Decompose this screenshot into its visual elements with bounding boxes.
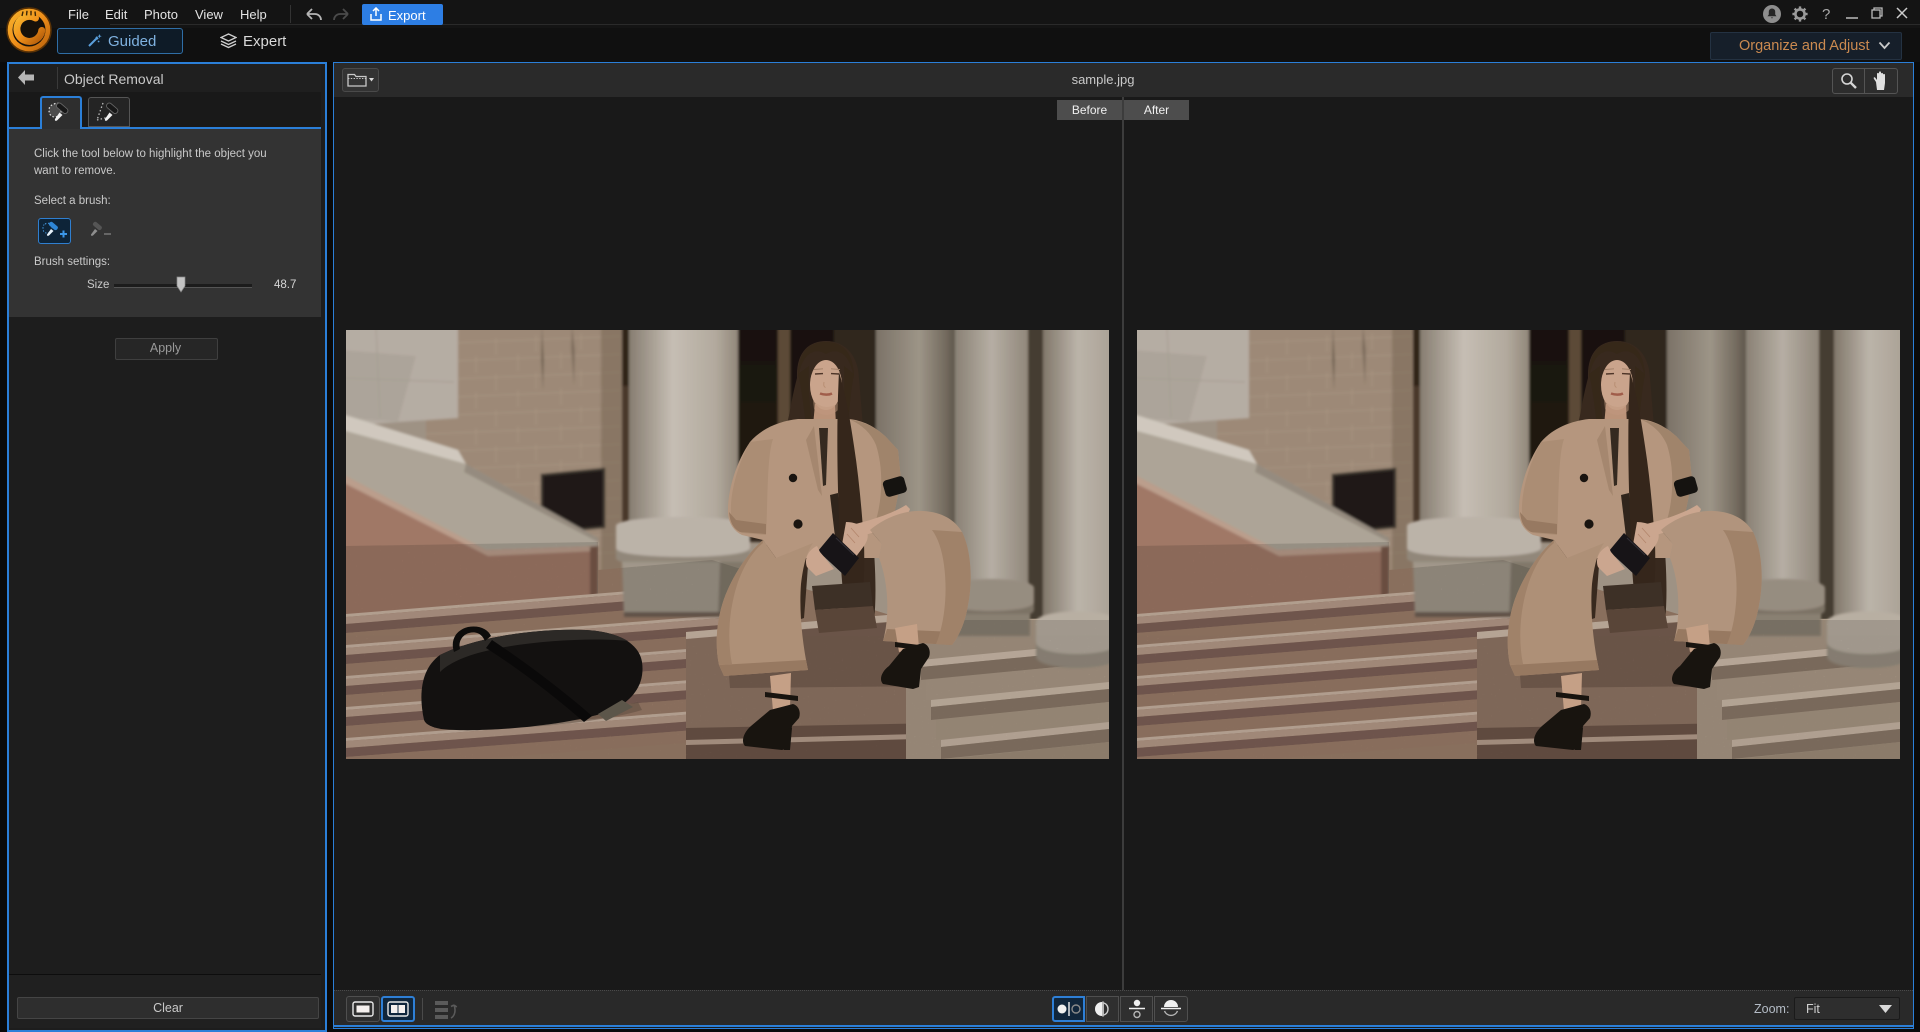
svg-text:?: ? [1822,6,1830,23]
